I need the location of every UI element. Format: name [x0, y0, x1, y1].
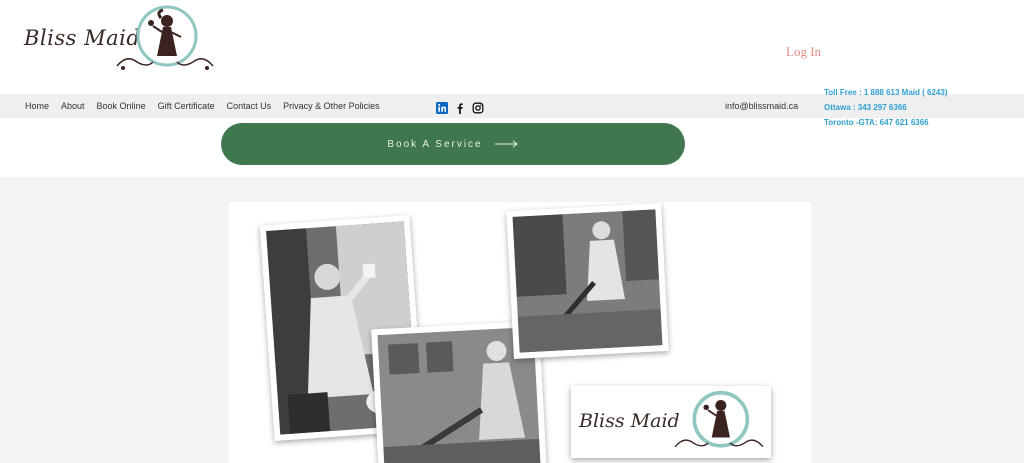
login-link[interactable]: Log In	[786, 44, 821, 60]
phone-numbers: Toll Free : 1 888 613 Maid ( 6243) Ottaw…	[824, 85, 947, 130]
nav-item-contact-us[interactable]: Contact Us	[227, 101, 272, 111]
collage-photo-vacuuming-room	[506, 203, 669, 359]
arrow-right-icon	[494, 140, 518, 148]
nav-item-gift-certificate[interactable]: Gift Certificate	[158, 101, 215, 111]
facebook-icon[interactable]	[454, 102, 466, 114]
vintage-photo-image	[512, 209, 663, 353]
main-nav: Home About Book Online Gift Certificate …	[25, 94, 392, 118]
site-logo[interactable]: Bliss Maid	[20, 4, 220, 74]
book-service-button[interactable]: Book A Service	[221, 123, 685, 165]
nav-item-home[interactable]: Home	[25, 101, 49, 111]
maid-silhouette-icon	[116, 5, 214, 70]
contact-email[interactable]: info@blissmaid.ca	[725, 101, 798, 111]
phone-toronto[interactable]: Toronto -GTA: 647 621 6366	[824, 115, 947, 130]
photo-collage: Bliss Maid	[229, 202, 811, 463]
nav-item-book-online[interactable]: Book Online	[97, 101, 146, 111]
linkedin-icon[interactable]	[436, 102, 448, 114]
social-links	[436, 102, 490, 114]
nav-item-about[interactable]: About	[61, 101, 85, 111]
maid-silhouette-icon	[674, 390, 764, 448]
collage-logo-card: Bliss Maid	[571, 386, 771, 458]
nav-item-privacy-policies[interactable]: Privacy & Other Policies	[283, 101, 380, 111]
book-service-label: Book A Service	[387, 138, 483, 150]
instagram-icon[interactable]	[472, 102, 484, 114]
collage-logo-text: Bliss Maid	[579, 410, 680, 432]
phone-toll-free[interactable]: Toll Free : 1 888 613 Maid ( 6243)	[824, 85, 947, 100]
phone-ottawa[interactable]: Ottawa : 343 297 6366	[824, 100, 947, 115]
